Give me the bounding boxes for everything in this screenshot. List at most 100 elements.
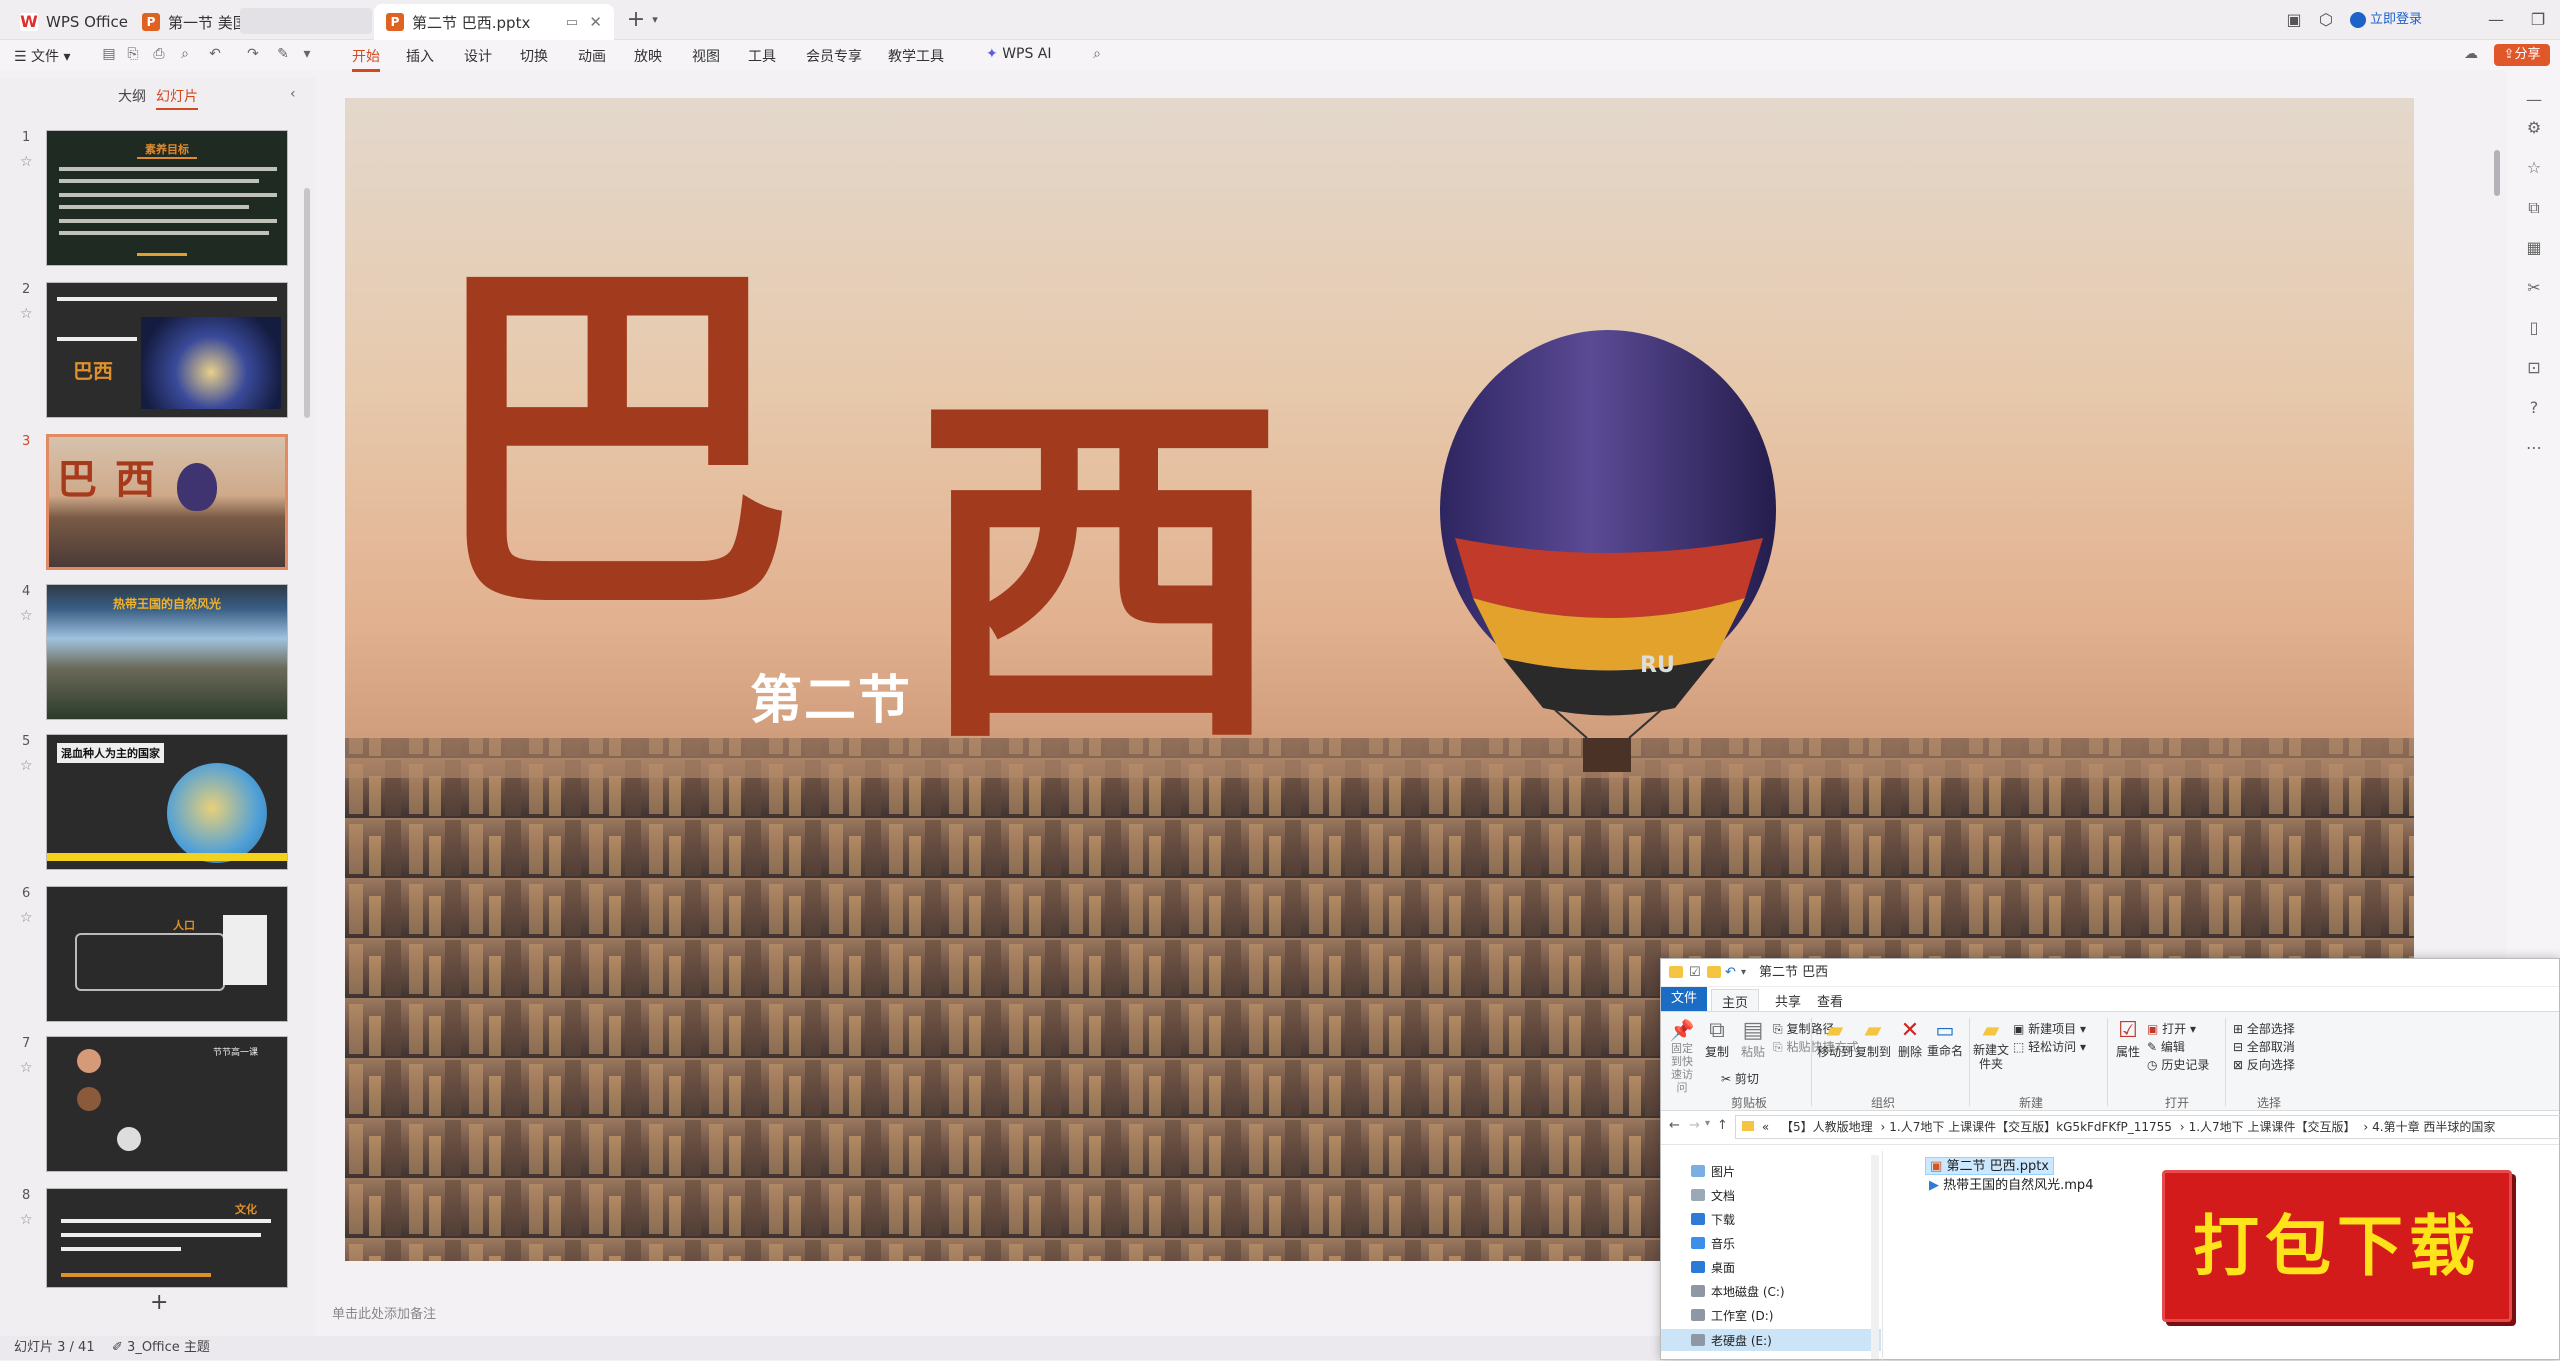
select-all-button[interactable]: ⊞ 全部选择: [2233, 1020, 2295, 1037]
copy-to-button[interactable]: ▰ 复制到: [1855, 1018, 1891, 1060]
nav-drive-d[interactable]: 工作室 (D:): [1711, 1307, 1773, 1324]
redo-icon[interactable]: ↷: [244, 46, 262, 64]
menu-wps-ai[interactable]: ✦ WPS AI: [986, 46, 1052, 62]
book-icon[interactable]: ▯: [2524, 318, 2544, 338]
star-icon[interactable]: ☆: [20, 154, 33, 170]
breadcrumb-item[interactable]: 4.第十章 西半球的国家: [2372, 1120, 2495, 1134]
select-none-button[interactable]: ⊟ 全部取消: [2233, 1038, 2295, 1055]
format-painter-icon[interactable]: ✎: [274, 46, 292, 64]
copy-icon[interactable]: ⧉: [2524, 198, 2544, 218]
star-icon[interactable]: ☆: [2524, 158, 2544, 178]
invert-selection-button[interactable]: ⊠ 反向选择: [2233, 1056, 2295, 1073]
paste-button[interactable]: ▤ 粘贴: [1737, 1018, 1769, 1060]
screen-icon[interactable]: ▭: [566, 15, 578, 30]
star-icon[interactable]: ☆: [20, 758, 33, 774]
copy-button[interactable]: ⧉ 复制: [1701, 1018, 1733, 1060]
tools-icon[interactable]: ✂: [2524, 278, 2544, 298]
close-tab-icon[interactable]: ✕: [589, 13, 602, 31]
breadcrumb-item[interactable]: 【5】人教版地理: [1781, 1120, 1873, 1134]
menu-teaching-tools[interactable]: 教学工具: [888, 46, 944, 66]
pin-quick-access-button[interactable]: 📌 固定到快速访问: [1667, 1018, 1697, 1094]
star-icon[interactable]: ☆: [20, 910, 33, 926]
file-item[interactable]: ▣ 第二节 巴西.pptx: [1925, 1157, 2054, 1175]
more-icon[interactable]: ⋯: [2524, 438, 2544, 458]
ribbon-tab-home[interactable]: 主页: [1711, 989, 1760, 1013]
menu-view[interactable]: 视图: [692, 46, 720, 66]
search-icon[interactable]: ⌕: [1088, 46, 1106, 64]
star-icon[interactable]: ☆: [20, 608, 33, 624]
menu-home[interactable]: 开始: [352, 46, 380, 72]
cut-button[interactable]: ✂ 剪切: [1721, 1070, 1759, 1087]
window-icon[interactable]: ▣: [2284, 8, 2304, 32]
breadcrumb[interactable]: « 【5】人教版地理 › 1.人7地下 上课课件【交互版】kG5kFdFKfP_1…: [1735, 1115, 2560, 1139]
restore-icon[interactable]: ❐: [2528, 8, 2548, 32]
preview-icon[interactable]: ⌕: [176, 46, 194, 64]
breadcrumb-item[interactable]: 1.人7地下 上课课件【交互版】: [2189, 1120, 2356, 1134]
nav-downloads[interactable]: 下载: [1711, 1211, 1735, 1228]
menu-design[interactable]: 设计: [464, 46, 492, 66]
minimize-icon[interactable]: —: [2486, 8, 2506, 32]
nav-music[interactable]: 音乐: [1711, 1235, 1735, 1252]
star-icon[interactable]: ☆: [20, 306, 33, 322]
chevron-down-icon[interactable]: ▾: [648, 8, 662, 32]
rename-button[interactable]: ▭ 重命名: [1927, 1018, 1963, 1059]
delete-button[interactable]: ✕ 删除: [1895, 1018, 1925, 1060]
login-button[interactable]: 立即登录: [2350, 8, 2450, 32]
ribbon-tab-file[interactable]: 文件: [1661, 987, 1708, 1011]
tab-outline[interactable]: 大纲: [118, 86, 146, 106]
print-icon[interactable]: ⎙: [150, 46, 168, 64]
panel-scrollbar[interactable]: [304, 188, 310, 418]
nav-drive-c[interactable]: 本地磁盘 (C:): [1711, 1283, 1785, 1300]
easy-access-button[interactable]: ⬚ 轻松访问 ▾: [2013, 1038, 2086, 1055]
add-slide-button[interactable]: +: [150, 1290, 168, 1315]
nav-drive-e[interactable]: 老硬盘 (E:): [1711, 1332, 1772, 1349]
back-icon[interactable]: ←: [1669, 1118, 1680, 1133]
nav-documents[interactable]: 文档: [1711, 1187, 1735, 1204]
theme-name[interactable]: ✐ 3_Office 主题: [112, 1336, 210, 1360]
save-icon[interactable]: ▤: [100, 46, 118, 64]
recent-chevron-icon[interactable]: ▾: [1705, 1118, 1710, 1129]
menu-transition[interactable]: 切换: [520, 46, 548, 66]
up-icon[interactable]: ↑: [1717, 1118, 1728, 1133]
slide-title-char-1[interactable]: 巴: [425, 258, 795, 628]
cube-icon[interactable]: ⬡: [2316, 8, 2336, 32]
breadcrumb-item[interactable]: 1.人7地下 上课课件【交互版】kG5kFdFKfP_11755: [1889, 1120, 2172, 1134]
file-item[interactable]: ▶ 热带王国的自然风光.mp4: [1925, 1177, 2097, 1195]
new-tab-button[interactable]: +: [626, 8, 646, 32]
share-button[interactable]: ⇪分享: [2494, 44, 2550, 66]
minimize-panel-icon[interactable]: —: [2524, 90, 2544, 110]
menu-insert[interactable]: 插入: [406, 46, 434, 66]
slide-title-char-2[interactable]: 西: [915, 388, 1285, 758]
history-button[interactable]: ◷ 历史记录: [2147, 1056, 2209, 1073]
ribbon-tab-view[interactable]: 查看: [1807, 989, 1853, 1012]
cloud-icon[interactable]: ☁: [2462, 46, 2480, 64]
tab-wps-home[interactable]: W WPS Office: [8, 4, 140, 40]
help-icon[interactable]: ?: [2524, 398, 2544, 418]
collapse-panel-icon[interactable]: ‹: [290, 86, 296, 102]
adjust-icon[interactable]: ⚙: [2524, 118, 2544, 138]
new-item-button[interactable]: ▣ 新建项目 ▾: [2013, 1020, 2086, 1037]
star-icon[interactable]: ☆: [20, 1212, 33, 1228]
menu-animation[interactable]: 动画: [578, 46, 606, 66]
ribbon-tab-share[interactable]: 共享: [1765, 989, 1811, 1012]
file-menu[interactable]: ☰ 文件 ▾: [14, 46, 74, 65]
edit-button[interactable]: ✎ 编辑: [2147, 1038, 2185, 1055]
move-to-button[interactable]: ▰ 移动到: [1817, 1018, 1853, 1060]
undo-icon[interactable]: ↶: [1725, 959, 1736, 987]
tab-slides[interactable]: 幻灯片: [156, 86, 198, 110]
download-promo-badge[interactable]: 打包下载: [2162, 1170, 2512, 1322]
export-icon[interactable]: ⎘: [124, 46, 142, 64]
new-folder-icon[interactable]: [1707, 966, 1721, 978]
more-chevron-icon[interactable]: ▾: [298, 46, 316, 64]
menu-member[interactable]: 会员专享: [806, 46, 862, 66]
slide-scrollbar[interactable]: [2494, 150, 2500, 196]
image-icon[interactable]: ▦: [2524, 238, 2544, 258]
menu-tools[interactable]: 工具: [748, 46, 776, 66]
properties-button[interactable]: ☑ 属性: [2113, 1018, 2143, 1060]
tab-ppt-brazil[interactable]: P 第二节 巴西.pptx ▭ ✕: [374, 4, 614, 40]
qat-chevron-icon[interactable]: ▾: [1741, 959, 1746, 987]
new-folder-button[interactable]: ▰ 新建文件夹: [1973, 1018, 2009, 1071]
nav-pictures[interactable]: 图片: [1711, 1163, 1735, 1180]
star-icon[interactable]: ☆: [20, 1060, 33, 1076]
open-button[interactable]: ▣ 打开 ▾: [2147, 1020, 2196, 1037]
